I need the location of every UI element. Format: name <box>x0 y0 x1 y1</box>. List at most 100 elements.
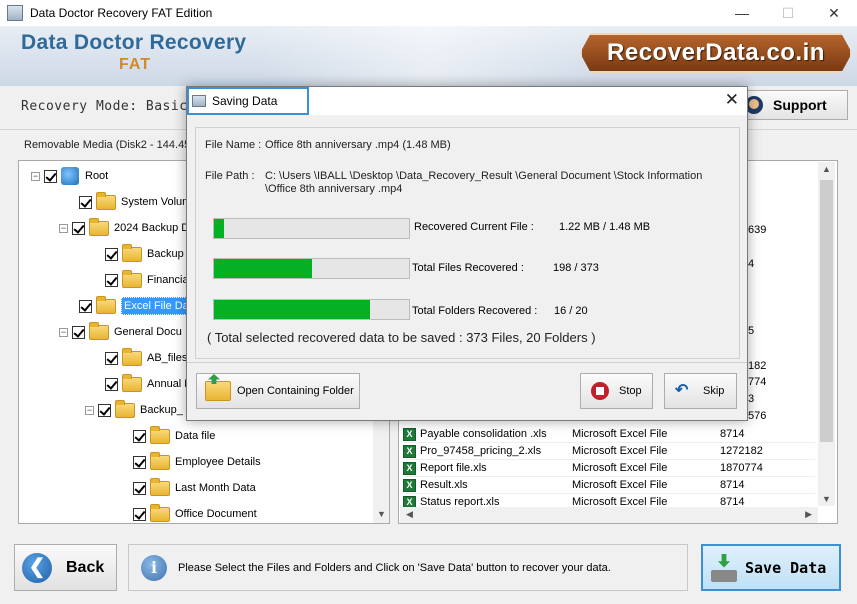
tree-item-checkbox[interactable] <box>105 273 118 287</box>
tree-item[interactable]: − 2024 Backup D <box>59 217 189 239</box>
support-button[interactable]: Support <box>738 90 848 120</box>
tree-item[interactable]: Data file <box>133 425 215 447</box>
dialog-close-icon[interactable]: ✕ <box>725 90 739 110</box>
skip-label: Skip <box>703 385 725 397</box>
dialog-title-tab: Saving Data <box>187 87 309 115</box>
stop-button[interactable]: Stop <box>580 373 653 409</box>
scroll-thumb[interactable] <box>820 180 833 442</box>
list-cell-size: 639 <box>748 224 767 236</box>
open-containing-folder-button[interactable]: Open Containing Folder <box>196 373 360 409</box>
list-vertical-scrollbar[interactable]: ▲ ▼ <box>818 162 835 506</box>
tree-item[interactable]: − Backup_ <box>85 399 183 421</box>
app-icon <box>7 5 23 21</box>
tree-item[interactable]: Annual R <box>105 373 192 395</box>
tree-item[interactable]: Last Month Data <box>133 477 256 499</box>
maximize-button[interactable]: ☐ <box>765 0 811 26</box>
tree-item[interactable]: Employee Details <box>133 451 261 473</box>
tree-item[interactable]: Backup d <box>105 243 193 265</box>
collapse-icon[interactable]: − <box>85 405 94 415</box>
scroll-down-icon[interactable]: ▼ <box>377 509 386 519</box>
excel-file-icon: X <box>403 461 416 475</box>
tree-item-checkbox[interactable] <box>98 403 111 417</box>
saving-data-dialog: Saving Data ✕ File Name : Office 8th ann… <box>186 86 748 421</box>
current-file-label: Recovered Current File : <box>414 221 534 233</box>
skip-arrow-icon: ↶ <box>675 382 689 399</box>
tree-item-checkbox[interactable] <box>79 195 92 209</box>
list-cell-type: Microsoft Excel File <box>572 428 668 440</box>
list-cell-size: 1272182 <box>720 445 763 457</box>
list-cell-size: 182 <box>748 360 767 372</box>
list-row[interactable]: X Payable consolidation .xls Microsoft Exc… <box>403 426 815 443</box>
tree-item[interactable]: Excel File Data <box>79 295 201 317</box>
tree-item[interactable]: AB_files <box>105 347 187 369</box>
tree-item-checkbox[interactable] <box>105 377 118 391</box>
list-row[interactable]: X Report file.xls Microsoft Excel File 1870… <box>403 460 815 477</box>
list-cell-name: Pro_97458_pricing_2.xls <box>420 445 542 457</box>
tree-item-checkbox[interactable] <box>44 169 57 183</box>
progress-fill <box>214 300 370 319</box>
header-banner: Data Doctor Recovery FAT RecoverData.co.… <box>0 26 857 86</box>
skip-button[interactable]: ↶ Skip <box>664 373 737 409</box>
drive-icon <box>61 167 79 185</box>
dialog-title: Saving Data <box>212 94 278 108</box>
tree-item[interactable]: Office Document <box>133 503 257 523</box>
list-horizontal-scrollbar[interactable]: ◀ ▶ <box>400 507 818 523</box>
save-data-button[interactable]: Save Data <box>701 544 841 591</box>
list-cell-name: Report file.xls <box>420 462 487 474</box>
list-cell-size: 774 <box>748 376 767 388</box>
tree-item[interactable]: − Root <box>31 165 108 187</box>
window-controls: — ☐ ✕ <box>719 0 857 26</box>
info-text: Please Select the Files and Folders and … <box>178 561 611 574</box>
tree-item-checkbox[interactable] <box>133 429 146 443</box>
tree-item-checkbox[interactable] <box>72 221 85 235</box>
list-row[interactable]: X Pro_97458_pricing_2.xls Microsoft Excel … <box>403 443 815 460</box>
window-title: Data Doctor Recovery FAT Edition <box>30 6 213 20</box>
tree-item-label: General Docu <box>114 326 182 338</box>
list-cell-name: Payable consolidation .xls <box>420 428 547 440</box>
tree-item-label: Data file <box>175 430 216 442</box>
stop-label: Stop <box>619 385 642 397</box>
collapse-icon[interactable]: − <box>59 223 68 233</box>
tree-item-checkbox[interactable] <box>72 325 85 339</box>
open-folder-label: Open Containing Folder <box>237 385 354 397</box>
folder-icon <box>96 295 116 314</box>
tree-item[interactable]: Financial <box>105 269 191 291</box>
back-button[interactable]: ❮ Back <box>14 544 117 591</box>
current-file-value: 1.22 MB / 1.48 MB <box>559 221 651 233</box>
list-cell-size: 1870774 <box>720 462 763 474</box>
progress-fill <box>214 259 312 278</box>
list-row[interactable]: X Result.xls Microsoft Excel File 8714 <box>403 477 815 494</box>
dialog-footer: Open Containing Folder Stop ↶ Skip <box>187 362 747 420</box>
scroll-up-icon[interactable]: ▲ <box>822 164 831 174</box>
close-button[interactable]: ✕ <box>811 0 857 26</box>
list-cell-size: 576 <box>748 410 767 422</box>
collapse-icon[interactable]: − <box>59 327 68 337</box>
scroll-down-icon[interactable]: ▼ <box>822 494 831 504</box>
open-folder-icon <box>205 381 231 401</box>
folder-icon <box>150 503 170 522</box>
folder-icon <box>122 269 142 288</box>
recoverdata-logo[interactable]: RecoverData.co.in <box>580 33 852 73</box>
tree-item-checkbox[interactable] <box>79 299 92 313</box>
scroll-left-icon[interactable]: ◀ <box>406 509 413 520</box>
tree-item-checkbox[interactable] <box>105 351 118 365</box>
tree-item[interactable]: System Volum <box>79 191 191 213</box>
list-cell-type: Microsoft Excel File <box>572 462 668 474</box>
tree-item[interactable]: − General Docu <box>59 321 182 343</box>
folder-icon <box>150 477 170 496</box>
collapse-icon[interactable]: − <box>31 171 40 181</box>
excel-file-icon: X <box>403 478 416 492</box>
minimize-button[interactable]: — <box>719 0 765 26</box>
tree-item-checkbox[interactable] <box>133 481 146 495</box>
dialog-body: File Name : Office 8th anniversary .mp4 … <box>195 127 740 359</box>
scroll-right-icon[interactable]: ▶ <box>805 509 812 520</box>
dialog-title-bar: Saving Data ✕ <box>187 87 747 115</box>
tree-item-checkbox[interactable] <box>133 455 146 469</box>
tree-item-checkbox[interactable] <box>133 507 146 521</box>
tree-item-label: Root <box>85 170 109 182</box>
tree-item-checkbox[interactable] <box>105 247 118 261</box>
support-label: Support <box>773 97 827 113</box>
current-file-progress <box>213 218 410 239</box>
list-cell-name: Result.xls <box>420 479 468 491</box>
banner-swoosh <box>260 26 600 86</box>
